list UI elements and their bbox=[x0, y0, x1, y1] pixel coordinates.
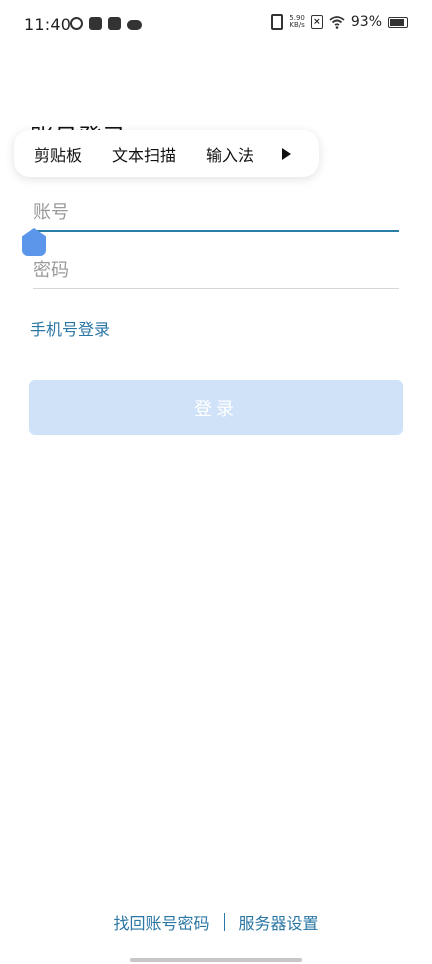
status-right-icons: 5.90 KB/s × 93% bbox=[271, 14, 408, 30]
status-time: 11:40 bbox=[24, 15, 72, 34]
notification-icon bbox=[108, 17, 121, 30]
home-indicator[interactable] bbox=[130, 958, 302, 962]
server-settings-link[interactable]: 服务器设置 bbox=[239, 910, 319, 934]
footer-links: 找回账号密码 服务器设置 bbox=[0, 910, 432, 934]
battery-icon bbox=[388, 16, 408, 28]
account-field-wrapper bbox=[33, 202, 399, 223]
password-input[interactable] bbox=[33, 260, 399, 281]
password-underline bbox=[33, 288, 399, 289]
net-speed-unit: KB/s bbox=[289, 21, 305, 29]
text-context-menu: 剪贴板 文本扫描 输入法 bbox=[14, 130, 319, 177]
network-speed: 5.90 KB/s bbox=[289, 15, 305, 29]
battery-percent: 93% bbox=[350, 14, 382, 30]
footer-separator bbox=[223, 913, 225, 931]
menu-item-input-method[interactable]: 输入法 bbox=[206, 142, 254, 166]
status-left-icons bbox=[70, 17, 142, 30]
status-bar: 11:40 5.90 KB/s × 93% bbox=[0, 0, 432, 50]
cloud-icon bbox=[127, 19, 142, 30]
vibrate-icon bbox=[271, 14, 284, 30]
sim-off-icon: × bbox=[310, 15, 323, 29]
account-underline bbox=[33, 230, 399, 232]
wifi-icon bbox=[329, 16, 345, 29]
phone-login-link[interactable]: 手机号登录 bbox=[30, 316, 110, 340]
find-password-link[interactable]: 找回账号密码 bbox=[113, 910, 209, 934]
password-field-wrapper bbox=[33, 260, 399, 281]
menu-item-clipboard[interactable]: 剪贴板 bbox=[34, 142, 82, 166]
menu-item-text-scan[interactable]: 文本扫描 bbox=[112, 142, 176, 166]
login-button[interactable]: 登录 bbox=[29, 380, 403, 435]
login-screen: 11:40 5.90 KB/s × 93% 账号登录 bbox=[0, 0, 432, 964]
text-cursor-handle[interactable] bbox=[22, 228, 46, 256]
sync-icon bbox=[70, 17, 83, 30]
tiktok-icon bbox=[89, 17, 102, 30]
play-arrow-icon[interactable] bbox=[282, 147, 292, 160]
account-input[interactable] bbox=[33, 202, 399, 223]
